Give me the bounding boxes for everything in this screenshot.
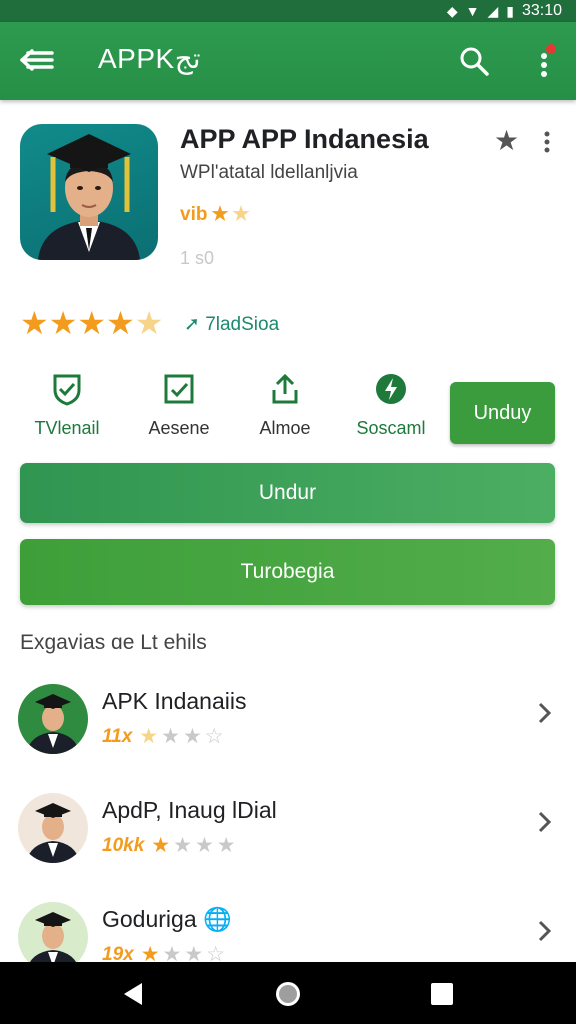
action-label: TVlenail <box>34 418 100 438</box>
mini-rating: vib ★ ★ <box>180 203 250 226</box>
star-icon: ★ <box>173 834 192 857</box>
nav-back-icon[interactable] <box>120 980 148 1008</box>
app-name: APP APP Indanesia <box>180 124 429 154</box>
star-icon: ★ <box>216 834 236 857</box>
action-label: Almoe <box>259 418 311 438</box>
star-icon: ★ <box>106 305 135 341</box>
search-icon[interactable] <box>458 45 490 77</box>
star-icon: ★ <box>20 305 49 341</box>
action-shield[interactable]: TVlenail <box>22 372 112 452</box>
app-bar: APPKتج <box>0 22 576 100</box>
status-icons: ◆ ▼ ◢ ▮ 33:10 <box>447 2 562 20</box>
back-menu-icon[interactable] <box>20 45 54 75</box>
list-item[interactable]: APK Indanaiis 11x ★ ★ ★ ☆ <box>0 684 576 784</box>
star-half-icon: ★ <box>232 204 250 225</box>
mini-rating-text: vib <box>180 203 208 225</box>
download-button[interactable]: Undur <box>20 463 555 523</box>
nav-recents-icon[interactable] <box>428 980 456 1008</box>
notification-dot <box>546 44 556 54</box>
chevron-right-icon <box>538 920 552 942</box>
avatar <box>18 684 88 754</box>
app-developer[interactable]: WPl'atatal ldellanljvia <box>180 162 358 184</box>
star-icon: ★ <box>161 725 180 748</box>
share-upload-icon <box>272 373 298 404</box>
star-icon: ★ <box>48 305 78 341</box>
rating-caption[interactable]: ➚ 7ladSioa <box>184 313 279 336</box>
app-size: 1 s0 <box>180 248 215 268</box>
rating-caption-text: 7ladSioa <box>205 314 280 335</box>
star-icon: ★ <box>182 725 202 748</box>
list-item-count: 11x <box>102 725 133 747</box>
avatar <box>18 793 88 863</box>
list-item-rating: 10kk ★ ★ ★ ★ <box>102 833 236 858</box>
star-icon: ★ <box>151 834 171 857</box>
more-vert-icon[interactable] <box>532 44 556 80</box>
app-more-icon[interactable] <box>538 128 556 156</box>
wifi-icon: ▼ <box>465 3 480 19</box>
star-rating: ★ ★ ★ ★ ★ <box>20 304 163 342</box>
star-icon: ★ <box>211 204 229 225</box>
status-time: 33:10 <box>521 2 562 19</box>
list-item-name-text: Goduriga <box>102 906 197 932</box>
star-icon: ★ <box>77 305 107 341</box>
shield-check-icon <box>53 374 81 406</box>
list-item[interactable]: ApdP, Inaug lDial 10kk ★ ★ ★ ★ <box>0 793 576 893</box>
list-item-count: 10kk <box>102 834 145 856</box>
star-outline-icon: ☆ <box>204 725 224 748</box>
chevron-right-icon <box>538 811 552 833</box>
app-title: APPKتج <box>98 43 201 74</box>
action-checkbox[interactable]: Aesene <box>134 372 224 452</box>
cellular-icon: ◢ <box>487 3 499 19</box>
status-bar: ◆ ▼ ◢ ▮ 33:10 <box>0 0 576 22</box>
action-share[interactable]: Almoe <box>240 372 330 452</box>
signal-icon: ◆ <box>446 3 458 19</box>
list-item-rating: 11x ★ ★ ★ ☆ <box>102 724 224 749</box>
list-item-name: ApdP, Inaug lDial <box>102 797 277 823</box>
related-section-title: Exgavias ɑe Lt ehils <box>20 631 207 654</box>
checkbox-icon <box>164 374 194 404</box>
arrow-icon: ➚ <box>184 314 200 335</box>
navigation-bar <box>0 962 576 1024</box>
list-item-name: Goduriga 🌐 <box>102 906 232 933</box>
list-item-name: APK Indanaiis <box>102 688 247 714</box>
wishlist-star-icon[interactable]: ★ <box>494 124 519 157</box>
app-icon <box>20 124 158 260</box>
action-bolt[interactable]: Soscaml <box>346 372 436 452</box>
star-half-icon: ★ <box>134 305 164 341</box>
action-label: Soscaml <box>356 418 426 438</box>
try-button[interactable]: Turobegia <box>20 539 555 605</box>
globe-icon: 🌐 <box>203 906 232 932</box>
bolt-circle-icon <box>376 374 406 404</box>
chevron-right-icon <box>538 702 552 724</box>
star-icon: ★ <box>139 725 159 748</box>
nav-home-icon[interactable] <box>274 980 302 1008</box>
install-button[interactable]: Unduy <box>450 382 555 444</box>
star-icon: ★ <box>194 834 214 857</box>
action-label: Aesene <box>148 418 210 438</box>
battery-icon: ▮ <box>506 3 514 19</box>
